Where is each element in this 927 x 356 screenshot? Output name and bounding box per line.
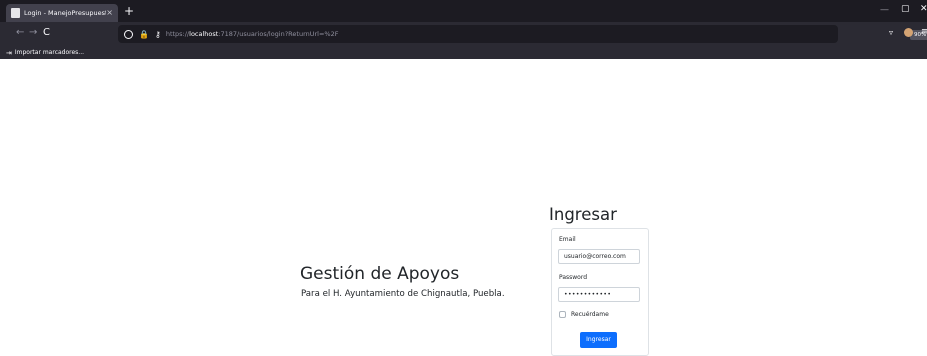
- maximize-icon[interactable]: ▢: [901, 4, 910, 14]
- email-field[interactable]: usuario@correo.com: [558, 249, 640, 264]
- email-label: Email: [559, 236, 576, 243]
- bookmarks-bar: ⇥ Importar marcadores...: [0, 46, 927, 59]
- login-form: Email usuario@correo.com Password ••••••…: [551, 228, 649, 356]
- password-field[interactable]: ••••••••••••: [558, 287, 640, 302]
- address-bar[interactable]: 🔒 ⚷ https://localhost:7187/usuarios/logi…: [118, 25, 927, 43]
- password-label: Password: [559, 274, 588, 281]
- remember-me-label[interactable]: Recuérdame: [571, 311, 609, 318]
- login-heading: Ingresar: [549, 205, 617, 224]
- url-text[interactable]: https://localhost:7187/usuarios/login?Re…: [166, 30, 339, 38]
- url-path: :7187/usuarios/login?ReturnUrl=%2F: [218, 30, 339, 38]
- account-avatar-icon[interactable]: [904, 28, 913, 37]
- forward-arrow-icon[interactable]: →: [29, 27, 37, 39]
- url-prefix: https://: [165, 30, 190, 38]
- window-close-icon[interactable]: ✕: [920, 4, 927, 14]
- key-icon[interactable]: ⚷: [155, 30, 161, 39]
- minimize-icon[interactable]: —: [880, 5, 889, 15]
- browser-tab-bar: Login - ManejoPresupuesto × + — ▢ ✕: [0, 0, 927, 22]
- pocket-icon[interactable]: ▿: [889, 28, 893, 37]
- new-tab-icon[interactable]: +: [124, 4, 134, 18]
- lock-icon[interactable]: 🔒: [139, 30, 149, 39]
- login-submit-button[interactable]: Ingresar: [580, 332, 617, 348]
- page-title: Gestión de Apoyos: [300, 264, 460, 284]
- page-subtitle: Para el H. Ayuntamiento de Chignautla, P…: [301, 289, 505, 299]
- back-arrow-icon[interactable]: ←: [16, 27, 24, 39]
- page-icon: [11, 8, 20, 18]
- remember-me-row[interactable]: Recuérdame: [559, 311, 609, 318]
- close-tab-icon[interactable]: ×: [106, 9, 113, 17]
- import-bookmarks-icon: ⇥: [6, 48, 12, 57]
- shield-icon[interactable]: [124, 29, 133, 39]
- menu-icon[interactable]: ≡: [921, 27, 927, 37]
- remember-me-checkbox[interactable]: [559, 311, 566, 318]
- url-host: localhost: [189, 30, 219, 38]
- tab-title: Login - ManejoPresupuesto: [24, 9, 107, 17]
- import-bookmarks-link[interactable]: Importar marcadores...: [15, 49, 84, 56]
- reload-icon[interactable]: C: [43, 27, 50, 39]
- browser-tab[interactable]: Login - ManejoPresupuesto ×: [6, 4, 118, 22]
- browser-navigation-bar: ← → C 🔒 ⚷ https://localhost:7187/usuario…: [0, 22, 927, 46]
